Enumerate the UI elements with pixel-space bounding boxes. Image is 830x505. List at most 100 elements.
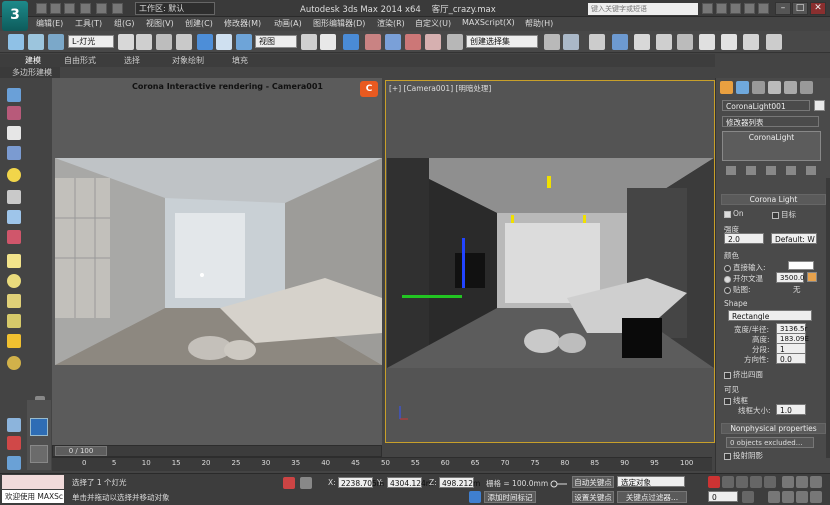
target-checkbox[interactable]: 目标: [772, 209, 796, 220]
pan-icon[interactable]: [782, 491, 794, 503]
show-end-result-icon[interactable]: [746, 166, 756, 175]
schematic-view-icon[interactable]: [656, 34, 672, 50]
rendered-frame-window-icon[interactable]: [721, 34, 737, 50]
goto-start-icon[interactable]: [708, 476, 720, 488]
menu-maxscript[interactable]: MAXScript(X): [462, 18, 515, 27]
keyboard-shortcut-icon[interactable]: [343, 34, 359, 50]
redo-icon[interactable]: [96, 3, 107, 14]
sound-icon[interactable]: [7, 210, 21, 224]
tab-object-paint[interactable]: 对象绘制: [172, 55, 204, 66]
object-color-swatch[interactable]: [814, 100, 825, 111]
zoom-extents-icon[interactable]: [810, 476, 822, 488]
curve-editor-icon[interactable]: [634, 34, 650, 50]
reference-coordinate-dropdown[interactable]: 视图: [255, 35, 297, 48]
auto-key-button[interactable]: 自动关键点: [572, 476, 614, 488]
open-file-icon[interactable]: [50, 3, 61, 14]
light-color-swatch[interactable]: [788, 261, 814, 270]
grid-table-icon[interactable]: [7, 146, 21, 160]
goto-end-icon[interactable]: [764, 476, 776, 488]
command-panel-scrollbar[interactable]: [826, 178, 830, 458]
viewport-scene[interactable]: [387, 158, 714, 368]
unlink-icon[interactable]: [48, 34, 64, 50]
star-icon[interactable]: [744, 3, 755, 14]
menu-group[interactable]: 组(G): [114, 18, 134, 29]
modifier-stack[interactable]: CoronaLight: [722, 131, 821, 161]
key-icon[interactable]: [550, 479, 568, 489]
direct-input-radio[interactable]: 直接输入:: [724, 262, 766, 273]
pin-stack-icon[interactable]: [726, 166, 736, 175]
search-icon[interactable]: [702, 3, 713, 14]
intensity-input[interactable]: 2.0: [724, 233, 764, 244]
rollout-corona-light[interactable]: Corona Light: [721, 194, 826, 205]
maxscript-listener-label[interactable]: 欢迎使用 MAXSc: [2, 490, 64, 503]
wire-size-input[interactable]: 1.0: [776, 404, 806, 415]
make-unique-icon[interactable]: [766, 166, 776, 175]
exclude-button[interactable]: 0 objects excluded...: [726, 437, 814, 448]
rotate-icon[interactable]: [216, 34, 232, 50]
create-tab-icon[interactable]: [720, 81, 733, 94]
menu-rendering[interactable]: 渲染(R): [377, 18, 405, 29]
configure-modifier-icon[interactable]: [806, 166, 816, 175]
tab-modeling[interactable]: 建模: [25, 55, 41, 66]
mesh-icon[interactable]: [7, 418, 21, 432]
menu-edit[interactable]: 编辑(E): [36, 18, 63, 29]
kelvin-radio[interactable]: 开尔文温: [724, 273, 763, 284]
ribbon-tool-icon[interactable]: [7, 436, 21, 450]
menu-views[interactable]: 视图(V): [146, 18, 174, 29]
zoom-all-icon[interactable]: [796, 476, 808, 488]
select-object-icon[interactable]: [118, 34, 134, 50]
maximize-viewport-icon[interactable]: [810, 491, 822, 503]
document-icon[interactable]: [7, 126, 21, 140]
angle-snap-icon[interactable]: [385, 34, 401, 50]
utilities-tab-icon[interactable]: [800, 81, 813, 94]
time-slider[interactable]: 0 / 100: [55, 446, 107, 456]
cylinder-icon[interactable]: [7, 294, 21, 308]
close-button[interactable]: ✕: [810, 2, 826, 15]
shape-dropdown[interactable]: Rectangle: [728, 310, 812, 321]
cone-icon[interactable]: [7, 314, 21, 328]
modifier-list-dropdown[interactable]: 修改器列表: [722, 116, 819, 127]
layout-quad-icon[interactable]: [30, 445, 48, 463]
ribbon-polygon-modeling[interactable]: 多边形建模: [0, 67, 60, 78]
lock-selection-icon[interactable]: [283, 477, 295, 489]
texmap-button[interactable]: 无: [793, 284, 801, 295]
communication-icon[interactable]: [730, 3, 741, 14]
named-selection-dropdown[interactable]: 创建选择集: [466, 35, 538, 48]
image-icon[interactable]: [7, 106, 21, 120]
modifier-stack-item[interactable]: CoronaLight: [724, 133, 819, 142]
menu-help[interactable]: 帮助(H): [525, 18, 553, 29]
layer-manager-icon[interactable]: [589, 34, 605, 50]
render-production-icon[interactable]: [743, 34, 759, 50]
render-iterative-icon[interactable]: [766, 34, 782, 50]
percent-snap-icon[interactable]: [405, 34, 421, 50]
occlude-checkbox[interactable]: 挤出四面: [724, 369, 763, 380]
pivot-center-icon[interactable]: [301, 34, 317, 50]
texmap-radio[interactable]: 贴图:: [724, 284, 751, 295]
transform-mode-icon[interactable]: [300, 477, 312, 489]
tab-populate[interactable]: 填充: [232, 55, 248, 66]
workspace-dropdown[interactable]: 工作区: 默认: [135, 2, 215, 15]
teapot-icon[interactable]: [7, 88, 21, 102]
box-icon[interactable]: [7, 254, 21, 268]
mirror-icon[interactable]: [544, 34, 560, 50]
rollout-nonphysical[interactable]: Nonphysical properties: [721, 423, 826, 434]
intensity-unit-dropdown[interactable]: Default: W: [771, 233, 817, 244]
move-icon[interactable]: [197, 34, 213, 50]
tab-freeform[interactable]: 自由形式: [64, 55, 96, 66]
figure-icon[interactable]: [7, 456, 21, 470]
object-name-field[interactable]: CoronaLight001: [722, 100, 810, 111]
menu-tools[interactable]: 工具(T): [75, 18, 102, 29]
selection-filter-dropdown[interactable]: L-灯光: [68, 35, 114, 48]
display-tab-icon[interactable]: [784, 81, 797, 94]
spinner-snap-icon[interactable]: [425, 34, 441, 50]
viewport-label[interactable]: [+] [Camera001] [明暗处理]: [389, 83, 491, 94]
project-folder-icon[interactable]: [112, 3, 123, 14]
tab-selection[interactable]: 选择: [124, 55, 140, 66]
add-time-tag-button[interactable]: 添加时间标记: [484, 491, 536, 503]
select-by-name-icon[interactable]: [136, 34, 152, 50]
key-filters-button[interactable]: 关键点过滤器...: [617, 491, 687, 503]
maxscript-listener-input[interactable]: [2, 475, 64, 489]
directionality-input[interactable]: 0.0: [776, 353, 806, 364]
key-filter-dropdown[interactable]: 选定对象: [617, 476, 685, 487]
menu-create[interactable]: 创建(C): [185, 18, 213, 29]
